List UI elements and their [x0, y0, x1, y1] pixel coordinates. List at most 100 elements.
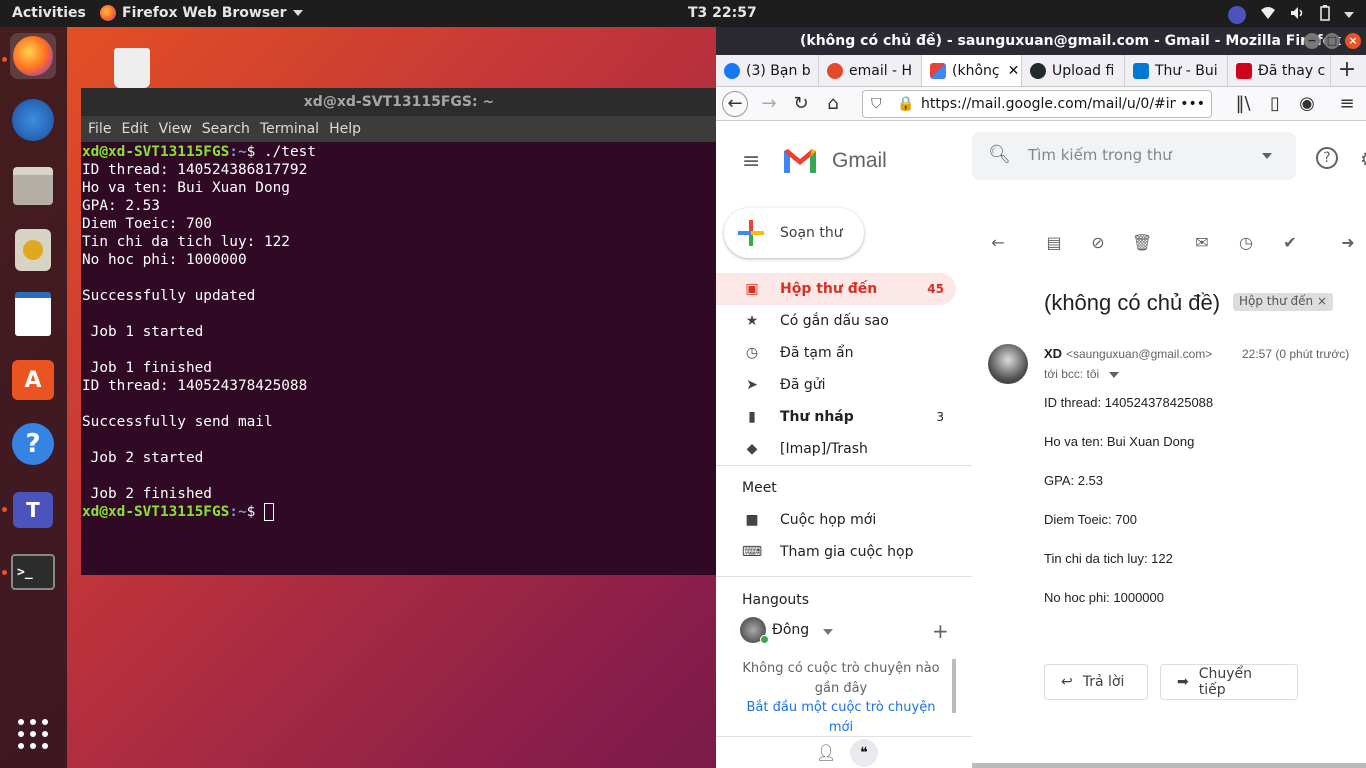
menu-icon[interactable]: ≡ [1334, 91, 1360, 117]
thunderbird-launcher-icon[interactable] [10, 97, 56, 143]
horizontal-scrollbar[interactable] [972, 763, 1366, 768]
terminal-launcher-icon[interactable]: >_ [10, 549, 56, 595]
help-icon[interactable]: ? [1316, 147, 1338, 169]
search-icon[interactable]: 🔍︎ [988, 144, 1011, 165]
show-applications-icon[interactable] [10, 711, 56, 757]
page-actions-icon[interactable]: ••• [1176, 91, 1205, 117]
battery-icon[interactable] [1320, 5, 1330, 25]
sidebar-item-snoozed[interactable]: ◷ Đã tạm ẩn [716, 337, 956, 369]
sidebar-item-sent[interactable]: ➤ Đã gửi [716, 369, 956, 401]
menu-file[interactable]: File [88, 121, 111, 137]
firefox-titlebar[interactable]: (không có chủ đề) - saunguxuan@gmail.com… [716, 27, 1366, 55]
tab-gmail[interactable]: (khônç ✕ [922, 55, 1022, 86]
new-tab-button[interactable]: + [1331, 55, 1363, 86]
sidebar-item-starred[interactable]: ★ Có gắn dấu sao [716, 305, 956, 337]
meet-new-meeting[interactable]: ■ Cuộc họp mới [716, 504, 956, 536]
activities-button[interactable]: Activities [12, 5, 86, 21]
sender-avatar[interactable] [988, 344, 1028, 384]
teams-tray-icon[interactable] [1228, 6, 1246, 24]
wifi-icon[interactable] [1260, 6, 1276, 24]
sidebar-item-drafts[interactable]: ▮ Thư nháp 3 [716, 401, 956, 433]
menu-terminal[interactable]: Terminal [260, 121, 319, 137]
minimize-button[interactable]: − [1304, 33, 1320, 49]
library-icon[interactable]: ‖\ [1230, 91, 1256, 117]
system-tray[interactable] [1228, 5, 1354, 25]
forward-button[interactable]: ➡ Chuyển tiếp [1160, 664, 1298, 700]
app-menu[interactable]: Firefox Web Browser [100, 5, 303, 21]
back-arrow-icon[interactable]: ← [988, 233, 1008, 253]
mark-unread-icon[interactable]: ✉ [1192, 233, 1212, 253]
terminal-output[interactable]: xd@xd-SVT13115FGS:~$ ./test ID thread: 14… [81, 142, 717, 575]
system-menu-chevron-icon[interactable] [1344, 12, 1354, 18]
gmail-logo-icon[interactable] [782, 147, 818, 179]
delete-icon[interactable]: 🗑︎ [1132, 233, 1152, 253]
lock-icon[interactable]: 🔒 [897, 91, 914, 117]
new-conversation-icon[interactable]: + [932, 619, 949, 643]
reply-button[interactable]: ↩ Trả lời [1044, 664, 1148, 700]
compose-button[interactable]: Soạn thư [724, 208, 864, 258]
tab-outlook[interactable]: Thư - Bui [1125, 55, 1228, 86]
home-button[interactable]: ⌂ [820, 91, 846, 117]
volume-icon[interactable] [1290, 6, 1306, 24]
hangouts-icon[interactable]: ❝ [850, 739, 878, 767]
menu-view[interactable]: View [159, 121, 192, 137]
snooze-icon[interactable]: ◷ [1236, 233, 1256, 253]
remove-label-icon[interactable]: × [1317, 294, 1327, 308]
back-button[interactable]: ← [722, 91, 748, 117]
sidebar-icon[interactable]: ▯ [1262, 91, 1288, 117]
clock[interactable]: T3 22:57 [688, 5, 757, 21]
software-launcher-icon[interactable]: A [10, 357, 56, 403]
forward-button[interactable]: → [756, 91, 782, 117]
output-line: Diem Toeic: 700 [82, 216, 212, 232]
main-menu-icon[interactable]: ≡ [742, 149, 760, 174]
teams-launcher-icon[interactable]: T [10, 487, 56, 533]
writer-launcher-icon[interactable] [10, 291, 56, 337]
tab-github[interactable]: Upload fi [1022, 55, 1125, 86]
gmail-logo-text[interactable]: Gmail [832, 149, 887, 173]
menu-help[interactable]: Help [329, 121, 361, 137]
menu-search[interactable]: Search [202, 121, 250, 137]
files-launcher-icon[interactable] [10, 163, 56, 209]
meet-join-meeting[interactable]: ⌨ Tham gia cuộc họp [716, 536, 956, 568]
add-task-icon[interactable]: ✔ [1280, 233, 1300, 253]
shield-icon[interactable]: ⛉ [871, 91, 882, 117]
hangouts-user[interactable]: Đông [772, 622, 809, 638]
outlook-icon [1133, 62, 1149, 79]
close-tab-icon[interactable]: ✕ [1008, 63, 1020, 79]
running-indicator [2, 570, 7, 575]
tab-h[interactable]: Đã thay c [1228, 55, 1331, 86]
recipients[interactable]: tới bcc: tôi [1044, 367, 1099, 381]
trash-desktop-icon[interactable] [114, 48, 150, 88]
mail-search-bar[interactable]: 🔍︎ Tìm kiếm trong thư [972, 132, 1296, 180]
terminal-titlebar[interactable]: xd@xd-SVT13115FGS: ~ [81, 88, 717, 116]
recipients-chevron-icon[interactable] [1109, 372, 1119, 378]
sidebar-item-trash[interactable]: ◆ [Imap]/Trash [716, 433, 956, 465]
move-to-icon[interactable]: ➜ [1338, 233, 1358, 253]
tab-facebook[interactable]: (3) Bạn b [716, 55, 819, 86]
start-conversation-link[interactable]: Bắt đầu một cuộc trò chuyện mới [738, 698, 944, 738]
search-options-icon[interactable] [1262, 153, 1272, 159]
close-button[interactable]: × [1345, 33, 1361, 49]
hangouts-status-chevron-icon[interactable] [823, 629, 833, 635]
label-chip[interactable]: Hộp thư đến × [1233, 293, 1334, 311]
menu-edit[interactable]: Edit [121, 121, 148, 137]
firefox-icon [100, 5, 116, 21]
hangouts-scrollbar[interactable] [952, 659, 956, 713]
archive-icon[interactable]: ▤ [1044, 233, 1064, 253]
settings-icon[interactable]: ⚙ [1360, 147, 1366, 171]
report-spam-icon[interactable]: ⊘ [1088, 233, 1108, 253]
url-bar[interactable]: ⛉ 🔒 https://mail.google.com/mail/u/0/#in… [862, 90, 1212, 118]
help-launcher-icon[interactable]: ? [10, 421, 56, 467]
sidebar-item-inbox[interactable]: ▣ Hộp thư đến 45 [716, 273, 956, 305]
tab-ask[interactable]: email - H [819, 55, 922, 86]
maximize-button[interactable]: □ [1324, 33, 1340, 49]
output-line: Job 2 finished [82, 486, 212, 502]
prompt-path: :~ [229, 504, 247, 520]
rhythmbox-launcher-icon[interactable] [10, 227, 56, 273]
reload-button[interactable]: ↻ [788, 91, 814, 117]
body-line: GPA: 2.53 [1044, 473, 1104, 488]
firefox-launcher-icon[interactable] [10, 33, 56, 79]
contacts-icon[interactable]: 👤︎ [816, 743, 836, 762]
sender-name[interactable]: XD [1044, 346, 1062, 361]
account-icon[interactable]: ◉ [1294, 91, 1320, 117]
